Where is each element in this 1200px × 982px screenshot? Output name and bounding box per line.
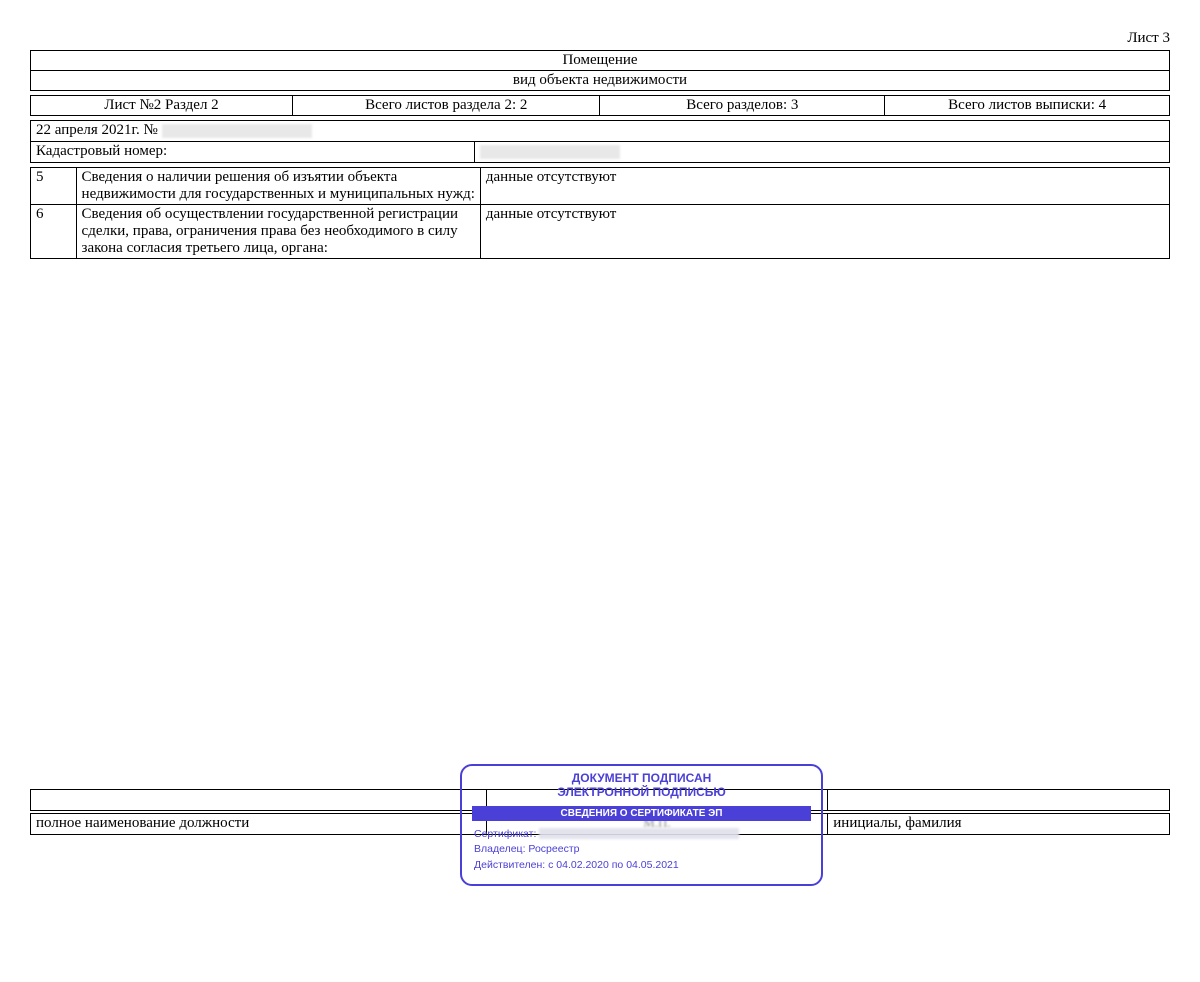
row-number: 5 bbox=[31, 168, 77, 205]
header-table: Помещение вид объекта недвижимости bbox=[30, 50, 1170, 91]
stamp-cert-row: Сертификат: bbox=[474, 827, 809, 843]
data-table: 5 Сведения о наличии решения об изъятии … bbox=[30, 167, 1170, 259]
registration-numbers-table: 22 апреля 2021г. № Кадастровый номер: bbox=[30, 120, 1170, 163]
footer-blank-cell bbox=[31, 790, 487, 811]
stamp-valid-row: Действителен: с 04.02.2020 по 04.05.2021 bbox=[474, 858, 809, 874]
date-number-row: 22 апреля 2021г. № bbox=[31, 121, 1170, 142]
meta-sheet-section: Лист №2 Раздел 2 bbox=[31, 96, 293, 116]
stamp-valid-value: с 04.02.2020 по 04.05.2021 bbox=[548, 859, 679, 871]
row-number: 6 bbox=[31, 205, 77, 259]
cadastral-value bbox=[475, 142, 1170, 163]
redacted-cert bbox=[539, 828, 739, 839]
stamp-title-line2: ЭЛЕКТРОННОЙ ПОДПИСЬЮ bbox=[474, 786, 809, 800]
meta-total-sheets: Всего листов выписки: 4 bbox=[885, 96, 1170, 116]
meta-row-table: Лист №2 Раздел 2 Всего листов раздела 2:… bbox=[30, 95, 1170, 116]
date-number-label: 22 апреля 2021г. № bbox=[36, 122, 158, 138]
row-value: данные отсутствуют bbox=[480, 168, 1169, 205]
object-title: Помещение bbox=[31, 51, 1170, 71]
object-subtitle: вид объекта недвижимости bbox=[31, 71, 1170, 91]
redacted-number bbox=[162, 124, 312, 138]
cadastral-label: Кадастровый номер: bbox=[31, 142, 475, 163]
stamp-owner-label: Владелец: bbox=[474, 843, 526, 855]
stamp-cert-label: Сертификат: bbox=[474, 828, 536, 840]
row-label: Сведения о наличии решения об изъятии об… bbox=[76, 168, 480, 205]
stamp-valid-label: Действителен: bbox=[474, 859, 545, 871]
redacted-cadastral bbox=[480, 145, 620, 159]
row-value: данные отсутствуют bbox=[480, 205, 1169, 259]
row-label: Сведения об осуществлении государственно… bbox=[76, 205, 480, 259]
table-row: 6 Сведения об осуществлении государствен… bbox=[31, 205, 1170, 259]
position-label: полное наименование должности bbox=[31, 814, 487, 835]
stamp-owner-value: Росреестр bbox=[528, 843, 579, 855]
digital-signature-stamp: ДОКУМЕНТ ПОДПИСАН ЭЛЕКТРОННОЙ ПОДПИСЬЮ С… bbox=[460, 764, 823, 886]
page-number: Лист 3 bbox=[30, 30, 1170, 47]
meta-total-sections: Всего разделов: 3 bbox=[600, 96, 885, 116]
initials-label: инициалы, фамилия bbox=[828, 814, 1170, 835]
stamp-owner-row: Владелец: Росреестр bbox=[474, 842, 809, 858]
stamp-bar: СВЕДЕНИЯ О СЕРТИФИКАТЕ ЭП bbox=[472, 806, 811, 821]
meta-section-sheets: Всего листов раздела 2: 2 bbox=[292, 96, 600, 116]
stamp-title-line1: ДОКУМЕНТ ПОДПИСАН bbox=[474, 772, 809, 786]
table-row: 5 Сведения о наличии решения об изъятии … bbox=[31, 168, 1170, 205]
footer-blank-cell bbox=[828, 790, 1170, 811]
